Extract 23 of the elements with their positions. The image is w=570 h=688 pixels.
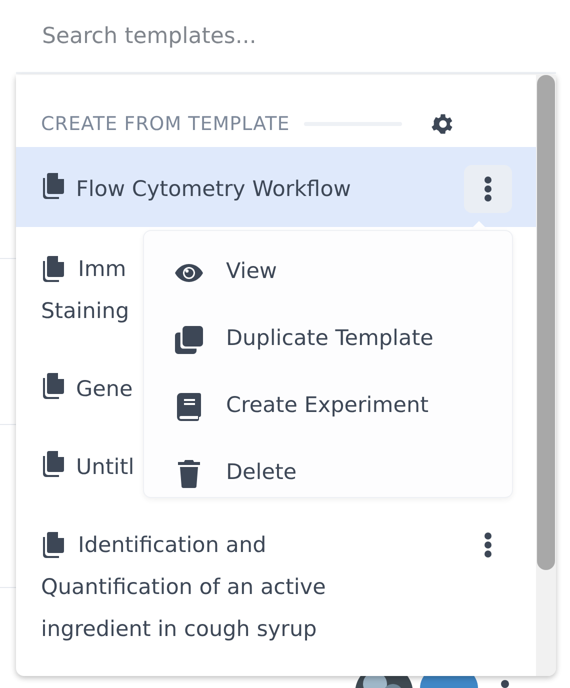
section-title: CREATE FROM TEMPLATE xyxy=(41,112,290,137)
scrollbar-thumb[interactable] xyxy=(537,75,555,570)
dot-icon xyxy=(501,680,509,688)
menu-item[interactable]: View xyxy=(144,239,512,306)
documents-icon xyxy=(41,532,65,558)
template-name[interactable]: Imm Staining xyxy=(41,249,130,333)
more-icon xyxy=(484,176,492,202)
selected-row-background[interactable]: Flow Cytometry Workflow xyxy=(16,147,536,227)
more-options-button[interactable] xyxy=(464,165,512,213)
menu-item[interactable]: Create Experiment xyxy=(144,373,512,440)
menu-item[interactable]: Delete xyxy=(144,440,512,507)
menu-item[interactable]: Duplicate Template xyxy=(144,306,512,373)
documents-icon xyxy=(41,256,65,282)
template-name[interactable]: Flow Cytometry Workflow xyxy=(76,177,351,202)
documents-icon xyxy=(41,173,65,199)
template-name[interactable]: Untitl xyxy=(76,455,134,480)
documents-icon xyxy=(41,451,65,477)
copy-icon xyxy=(174,326,204,354)
book-icon xyxy=(174,392,204,420)
template-name[interactable]: Gene xyxy=(76,377,133,402)
documents-icon xyxy=(41,373,65,399)
template-name[interactable]: Identification and Quantification of an active ingredient in cough syrup xyxy=(41,525,326,651)
more-icon xyxy=(484,532,492,558)
